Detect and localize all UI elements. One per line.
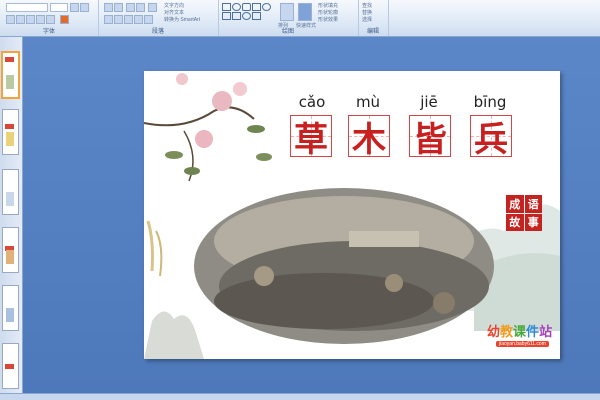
title-char-text: 木	[352, 119, 386, 160]
leaf	[256, 153, 272, 161]
group-label-drawing: 绘图	[281, 29, 294, 35]
align-center-icon[interactable]	[114, 15, 123, 24]
shrink-font-icon[interactable]	[80, 3, 89, 12]
text-direction-button[interactable]: 文字方向	[164, 2, 184, 9]
slide-thumbnail-6[interactable]	[2, 343, 19, 389]
peony-flower	[212, 91, 232, 111]
status-bar	[0, 393, 600, 400]
logo-char: 站	[539, 325, 553, 340]
slide-thumbnail-3[interactable]	[2, 169, 19, 215]
bold-icon[interactable]	[6, 15, 15, 24]
reed	[155, 230, 163, 277]
group-label-font: 字体	[42, 29, 55, 35]
slide-thumbnail-1[interactable]	[1, 51, 20, 99]
rounded-rect-shape-icon[interactable]	[242, 3, 251, 11]
logo-char: 幼	[487, 325, 501, 340]
circle-shape-icon[interactable]	[262, 3, 271, 11]
callout-shape-icon[interactable]	[242, 12, 251, 20]
pinyin-mu: mù	[355, 93, 381, 111]
pinyin-jie: jiē	[420, 93, 438, 111]
oval-shape-icon[interactable]	[232, 3, 241, 11]
brace-shape-icon[interactable]	[252, 12, 261, 20]
branch	[144, 106, 255, 127]
arrange-button[interactable]	[280, 3, 294, 21]
italic-icon[interactable]	[16, 15, 25, 24]
ribbon: 字体 文字方向 对齐文本 转换为 SmartArt 段落 排列 快速样式 形状填…	[0, 0, 600, 37]
slide-thumbnail-2[interactable]	[2, 109, 19, 155]
leaf	[247, 125, 265, 133]
peony-flower	[176, 73, 188, 85]
title-char-text: 皆	[413, 119, 447, 160]
pinyin-bing: bīng	[473, 93, 507, 111]
select-button[interactable]: 选择	[362, 16, 372, 23]
line-shape-icon[interactable]	[252, 3, 261, 11]
quick-styles-button[interactable]	[298, 3, 312, 21]
pinyin-cao: cǎo	[298, 93, 326, 111]
strikethrough-icon[interactable]	[36, 15, 45, 24]
decrease-indent-icon[interactable]	[126, 3, 135, 12]
logo-char: 课	[513, 325, 527, 340]
replace-button[interactable]: 替换	[362, 9, 372, 16]
paragraph-group: 文字方向 对齐文本 转换为 SmartArt 段落	[98, 0, 219, 36]
align-left-icon[interactable]	[104, 15, 113, 24]
align-text-button[interactable]: 对齐文本	[164, 9, 184, 16]
line-spacing-icon[interactable]	[148, 3, 157, 12]
shape-fill-button[interactable]: 形状填充	[318, 2, 338, 9]
slide-canvas[interactable]: cǎo mù jiē bīng 草 木 皆 兵 成 语 故 事 幼教课件站 ji…	[144, 71, 560, 359]
slide-thumbnail-pane	[0, 37, 23, 394]
rock-bottom-left	[144, 311, 204, 359]
site-logo: 幼教课件站	[487, 321, 552, 340]
title-char-cao: 草	[290, 115, 332, 160]
title-char-mu: 木	[348, 115, 390, 160]
align-right-icon[interactable]	[124, 15, 133, 24]
soldier-figure	[433, 292, 455, 314]
logo-char: 教	[500, 325, 514, 340]
group-label-editing: 编辑	[366, 29, 379, 35]
logo-char: 件	[526, 325, 540, 340]
leaf	[184, 167, 200, 175]
font-name-dropdown[interactable]	[6, 3, 48, 12]
underline-icon[interactable]	[26, 15, 35, 24]
chariot-row	[349, 231, 419, 247]
seal-char: 事	[524, 213, 542, 231]
title-char-text: 草	[294, 119, 328, 160]
font-group: 字体	[0, 0, 99, 36]
peony-flower	[233, 82, 247, 96]
soldier-figure	[385, 274, 403, 292]
numbering-icon[interactable]	[114, 3, 123, 12]
increase-indent-icon[interactable]	[136, 3, 145, 12]
reed	[146, 220, 154, 272]
find-button[interactable]: 查找	[362, 2, 372, 9]
slide-thumbnail-4[interactable]	[2, 227, 19, 273]
justify-icon[interactable]	[134, 15, 143, 24]
columns-icon[interactable]	[144, 15, 153, 24]
shadow-icon[interactable]	[46, 15, 55, 24]
slide-thumbnail-5[interactable]	[2, 285, 19, 331]
peony-flower	[195, 130, 213, 148]
idiom-story-seal: 成 语 故 事	[506, 195, 542, 231]
grow-font-icon[interactable]	[70, 3, 79, 12]
title-char-text: 兵	[474, 119, 508, 160]
seal-char: 语	[524, 195, 542, 213]
shape-outline-button[interactable]: 形状轮廓	[318, 9, 338, 16]
font-size-dropdown[interactable]	[50, 3, 68, 12]
seal-char: 故	[506, 213, 524, 231]
shape-effects-button[interactable]: 形状效果	[318, 16, 338, 23]
group-label-paragraph: 段落	[151, 29, 164, 35]
font-color-icon[interactable]	[60, 15, 69, 24]
leaf	[165, 151, 183, 159]
arrow-shape-icon[interactable]	[222, 12, 231, 20]
bullets-icon[interactable]	[104, 3, 113, 12]
drawing-group: 排列 快速样式 形状填充 形状轮廓 形状效果 绘图	[218, 0, 359, 36]
seal-char: 成	[506, 195, 524, 213]
title-char-jie: 皆	[409, 115, 451, 160]
logo-url: jiaoyan.baby611.com	[496, 341, 549, 347]
convert-smartart-button[interactable]: 转换为 SmartArt	[164, 16, 200, 23]
editing-group: 查找 替换 选择 编辑	[358, 0, 389, 36]
soldier-figure	[254, 266, 274, 286]
title-char-bing: 兵	[470, 115, 512, 160]
rectangle-shape-icon[interactable]	[222, 3, 231, 11]
star-shape-icon[interactable]	[232, 12, 241, 20]
